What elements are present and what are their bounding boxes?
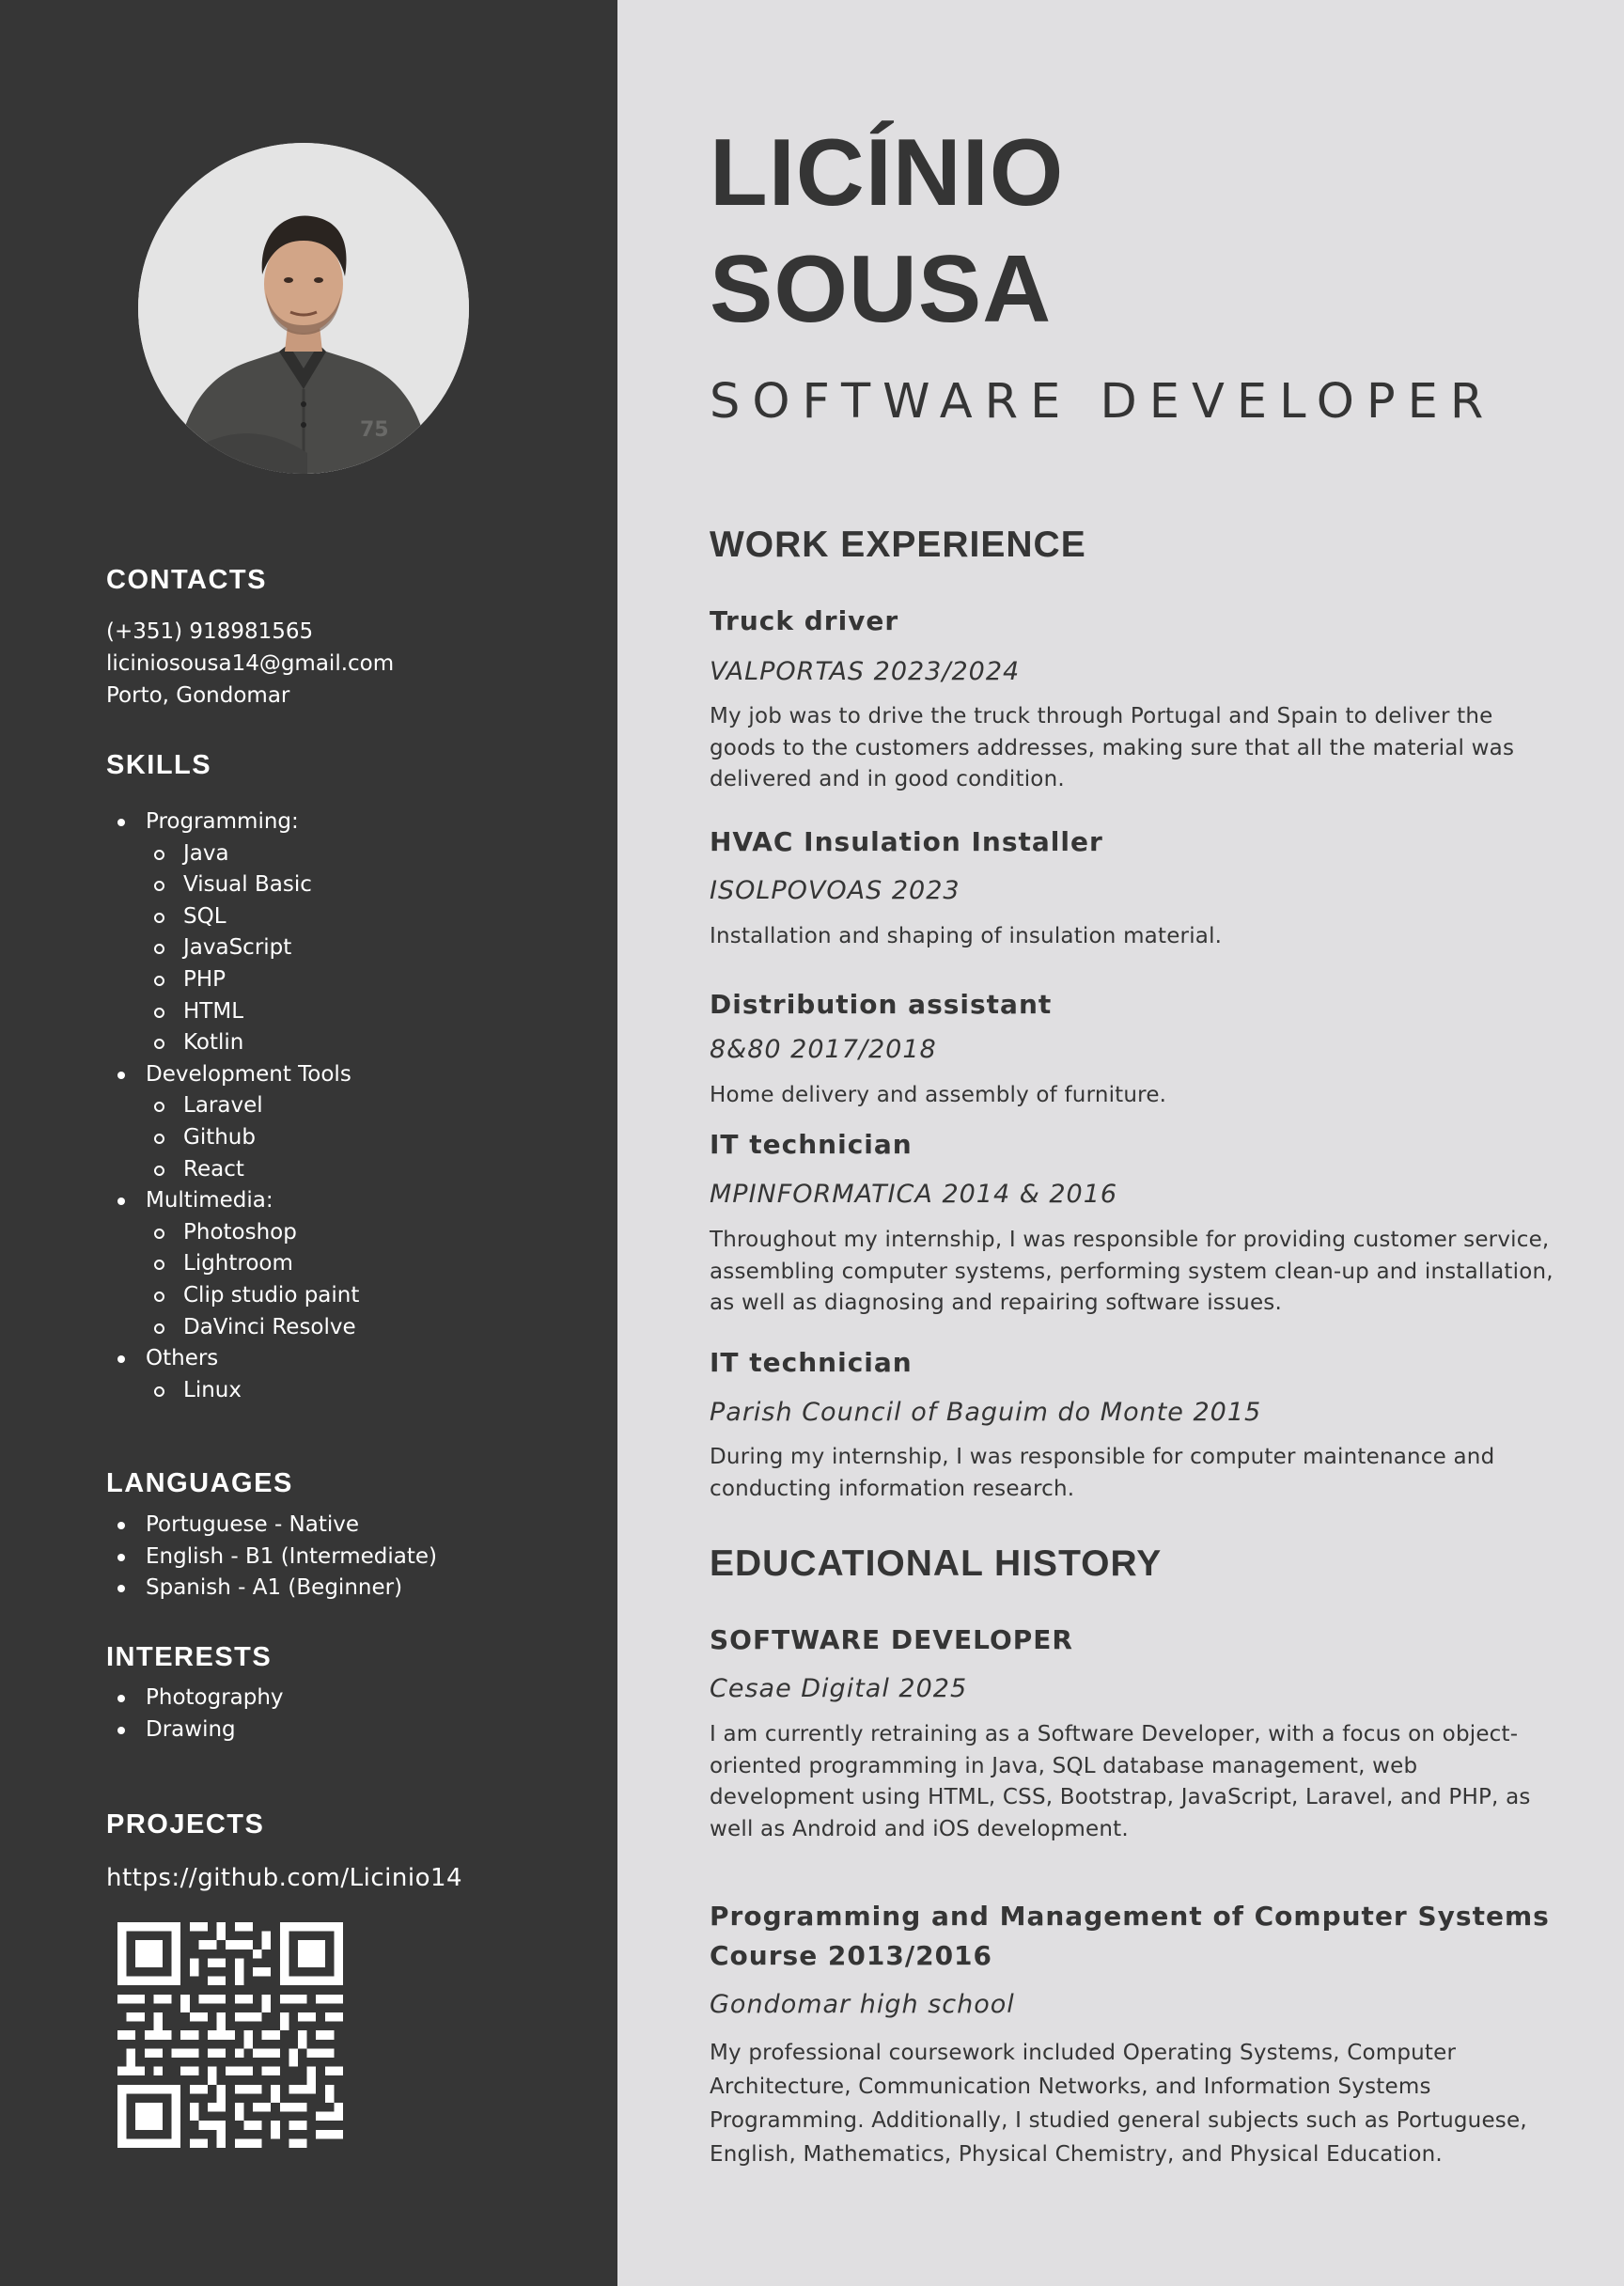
contacts-heading: CONTACTS [106,565,267,595]
skill-item: HTML [146,996,359,1028]
skill-item: Github [146,1122,359,1154]
job-title: IT technician [710,1129,913,1160]
languages-heading: LANGUAGES [106,1468,293,1498]
last-name: SOUSA [710,237,1053,342]
sidebar: 75 CONTACTS (+351) 918981565 liciniosous… [0,0,617,2286]
svg-text:75: 75 [360,418,389,442]
language-item: English - B1 (Intermediate) [106,1542,437,1574]
language-item: Portuguese - Native [106,1510,437,1542]
job-company: Parish Council of Baguim do Monte 2015 [710,1398,1262,1427]
skill-item: PHP [146,964,359,996]
skills-heading: SKILLS [106,750,212,780]
interest-item: Drawing [106,1714,284,1746]
profile-photo: 75 [138,143,469,474]
education-title: Programming and Management of Computer S… [710,1901,1550,1971]
avatar: 75 [138,143,469,474]
language-item: Spanish - A1 (Beginner) [106,1573,437,1605]
skill-group-label: Multimedia: [146,1188,273,1213]
skill-item: Photoshop [146,1217,359,1249]
email-text[interactable]: liciniosousa14@gmail.com [106,648,394,680]
job-title: HVAC Insulation Installer [710,826,1103,857]
skill-item: React [146,1154,359,1186]
job-title: Truck driver [710,605,899,636]
projects-link[interactable]: https://github.com/Licinio14 [106,1862,462,1894]
job-company: ISOLPOVOAS 2023 [710,876,960,905]
skill-item: SQL [146,901,359,933]
education-heading: EDUCATIONAL HISTORY [710,1543,1163,1584]
skill-item: Clip studio paint [146,1280,359,1312]
phone-text: (+351) 918981565 [106,619,314,644]
education-school: Gondomar high school [710,1990,1015,2019]
full-name: LICÍNIO SOUSA [710,115,1064,348]
job-description: My job was to drive the truck through Po… [710,704,1515,791]
skill-group-label: Programming: [146,809,299,834]
work-experience-heading: WORK EXPERIENCE [710,525,1086,565]
skill-group-label: Others [146,1346,219,1371]
location-text: Porto, Gondomar [106,683,290,708]
skill-item: JavaScript [146,932,359,964]
skill-item: Linux [146,1375,359,1407]
education-description: My professional coursework included Oper… [710,2041,1527,2167]
education-school: Cesae Digital 2025 [710,1674,968,1703]
skill-item: Visual Basic [146,869,359,901]
interests-heading: INTERESTS [106,1642,273,1672]
job-description: Installation and shaping of insulation m… [710,924,1223,948]
job-description: Home delivery and assembly of furniture. [710,1083,1167,1107]
job-title: Distribution assistant [710,989,1053,1020]
job-company: MPINFORMATICA 2014 & 2016 [710,1180,1118,1209]
qr-code[interactable] [117,1922,343,2148]
first-name: LICÍNIO [710,120,1065,226]
skill-group-multimedia: Multimedia: Photoshop Lightroom Clip stu… [106,1185,359,1343]
skills-list: Programming: Java Visual Basic SQL JavaS… [106,806,359,1406]
skill-item: Laravel [146,1090,359,1122]
interests-list: Photography Drawing [106,1683,284,1746]
education-description: I am currently retraining as a Software … [710,1722,1531,1841]
job-title: IT technician [710,1347,913,1378]
skill-item: Lightroom [146,1248,359,1280]
job-company: VALPORTAS 2023/2024 [710,657,1021,686]
skill-group-programming: Programming: Java Visual Basic SQL JavaS… [106,806,359,1059]
role-title: SOFTWARE DEVELOPER [710,374,1496,430]
skill-item: Kotlin [146,1027,359,1059]
job-company: 8&80 2017/2018 [710,1035,937,1064]
job-description: Throughout my internship, I was responsi… [710,1228,1554,1315]
interest-item: Photography [106,1683,284,1714]
skill-item: DaVinci Resolve [146,1312,359,1344]
languages-list: Portuguese - Native English - B1 (Interm… [106,1510,437,1605]
job-description: During my internship, I was responsible … [710,1445,1495,1501]
skill-group-others: Others Linux [106,1343,359,1406]
education-title: SOFTWARE DEVELOPER [710,1624,1073,1655]
skill-group-label: Development Tools [146,1061,351,1087]
skill-item: Java [146,838,359,870]
skill-group-dev-tools: Development Tools Laravel Github React [106,1059,359,1185]
projects-heading: PROJECTS [106,1809,265,1840]
contacts-block: (+351) 918981565 liciniosousa14@gmail.co… [106,616,394,712]
